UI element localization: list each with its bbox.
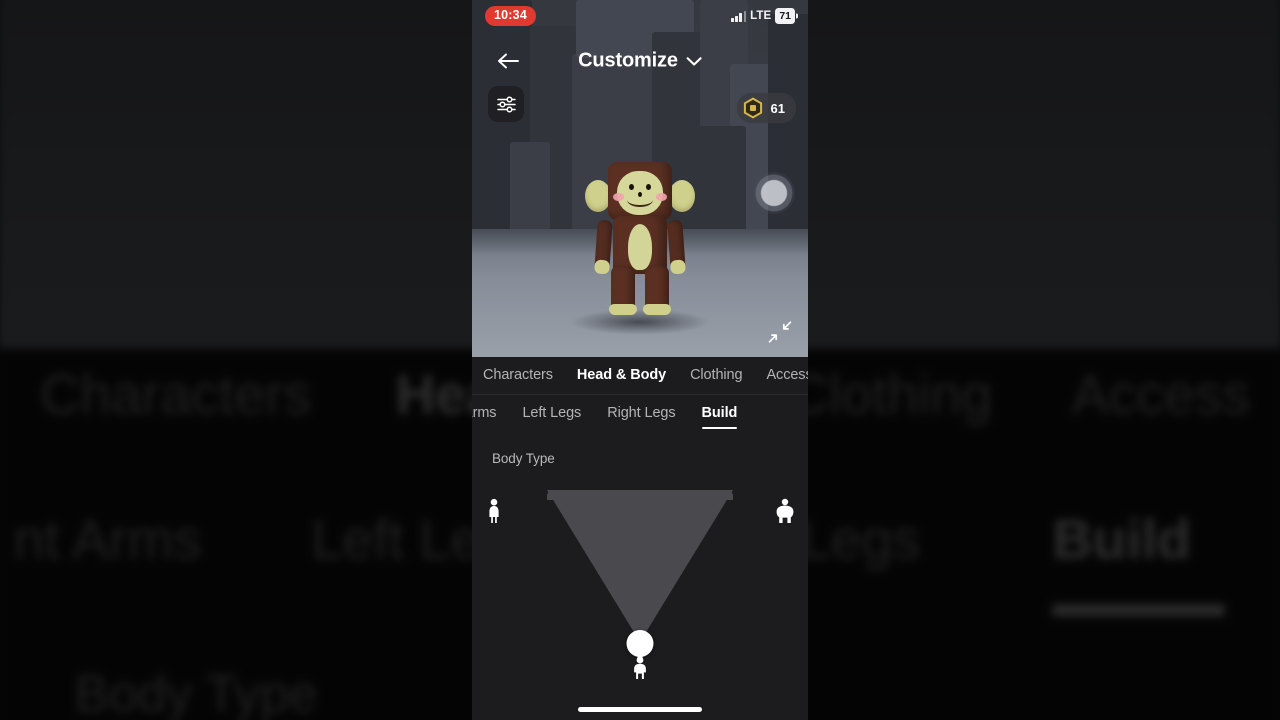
tab-right-legs[interactable]: Right Legs — [607, 401, 675, 427]
body-type-handle-figure-icon — [630, 656, 651, 685]
avatar-cheek-left — [613, 193, 624, 201]
slim-figure-icon[interactable] — [484, 498, 504, 529]
status-bar-right: LTE 71 — [731, 8, 795, 24]
avatar-foot-left — [609, 304, 637, 315]
battery-indicator: 71 — [775, 8, 795, 24]
tab-left-legs[interactable]: Left Legs — [522, 401, 581, 427]
body-type-label: Body Type — [492, 451, 555, 466]
avatar-leg-left — [609, 266, 637, 315]
avatar-cheek-right — [656, 193, 667, 201]
avatar-arm-right — [667, 219, 686, 275]
page-header: Customize — [472, 40, 808, 82]
body-type-slider-track — [547, 490, 733, 642]
time-indicator: 10:34 — [485, 6, 536, 26]
status-bar: 10:34 LTE 71 — [472, 0, 808, 32]
robux-icon — [743, 97, 762, 119]
broad-figure-icon[interactable] — [774, 498, 796, 529]
screen-root: Characters Head & Body Clothing Access n… — [0, 0, 1280, 720]
tab-head-and-body[interactable]: Head & Body — [577, 363, 666, 389]
currency-balance-chip[interactable]: 61 — [736, 93, 796, 123]
chevron-down-icon[interactable] — [686, 56, 702, 66]
avatar-leg-right — [643, 266, 671, 315]
phone-content: 10:34 LTE 71 Customize 61 Characters Hea… — [472, 0, 808, 720]
tab-characters[interactable]: Characters — [483, 363, 553, 389]
tab-accessories[interactable]: Access — [766, 363, 808, 389]
avatar-eye-right — [646, 184, 651, 190]
collapse-arrows-icon[interactable] — [765, 317, 795, 347]
avatar-hand-right — [669, 259, 686, 275]
back-arrow-icon[interactable] — [496, 49, 520, 73]
avatar-ear-right — [669, 180, 695, 212]
tab-build[interactable]: Build — [701, 401, 738, 429]
avatar-arm-left — [594, 219, 613, 275]
avatar-hand-left — [594, 259, 611, 275]
avatar-foot-right — [643, 304, 671, 315]
tab-build-label: Build — [701, 405, 738, 421]
avatar-belly — [628, 224, 652, 270]
filter-settings-button[interactable] — [488, 86, 524, 122]
avatar-smile — [627, 193, 653, 207]
avatar-face — [613, 171, 667, 215]
cellular-signal-icon — [731, 10, 747, 22]
tab-row-primary: Characters Head & Body Clothing Access — [472, 357, 808, 395]
sliders-icon — [496, 95, 516, 113]
avatar-head — [608, 162, 672, 220]
avatar-eye-left — [629, 184, 634, 190]
tab-clothing[interactable]: Clothing — [690, 363, 743, 389]
tab-active-underline — [701, 426, 738, 429]
build-panel: Body Type — [472, 433, 808, 720]
page-title-label: Customize — [578, 49, 678, 72]
tab-right-arms[interactable]: nt Arms — [472, 401, 497, 427]
tab-row-secondary: nt Arms Left Legs Right Legs Build — [472, 395, 808, 433]
network-type-label: LTE — [750, 10, 772, 22]
body-type-slider-track-cap — [547, 490, 733, 500]
currency-amount-label: 61 — [770, 100, 785, 116]
avatar-viewport[interactable]: 10:34 LTE 71 Customize 61 — [472, 0, 808, 357]
page-title[interactable]: Customize — [578, 50, 702, 73]
rotate-camera-icon[interactable] — [753, 172, 795, 214]
body-type-slider[interactable] — [489, 490, 794, 686]
monkey-avatar[interactable] — [585, 154, 695, 319]
scene-block — [510, 142, 550, 232]
home-indicator — [578, 707, 702, 712]
tab-head-and-body-label: Head & Body — [576, 366, 667, 383]
category-tabs: Characters Head & Body Clothing Access n… — [472, 357, 808, 433]
